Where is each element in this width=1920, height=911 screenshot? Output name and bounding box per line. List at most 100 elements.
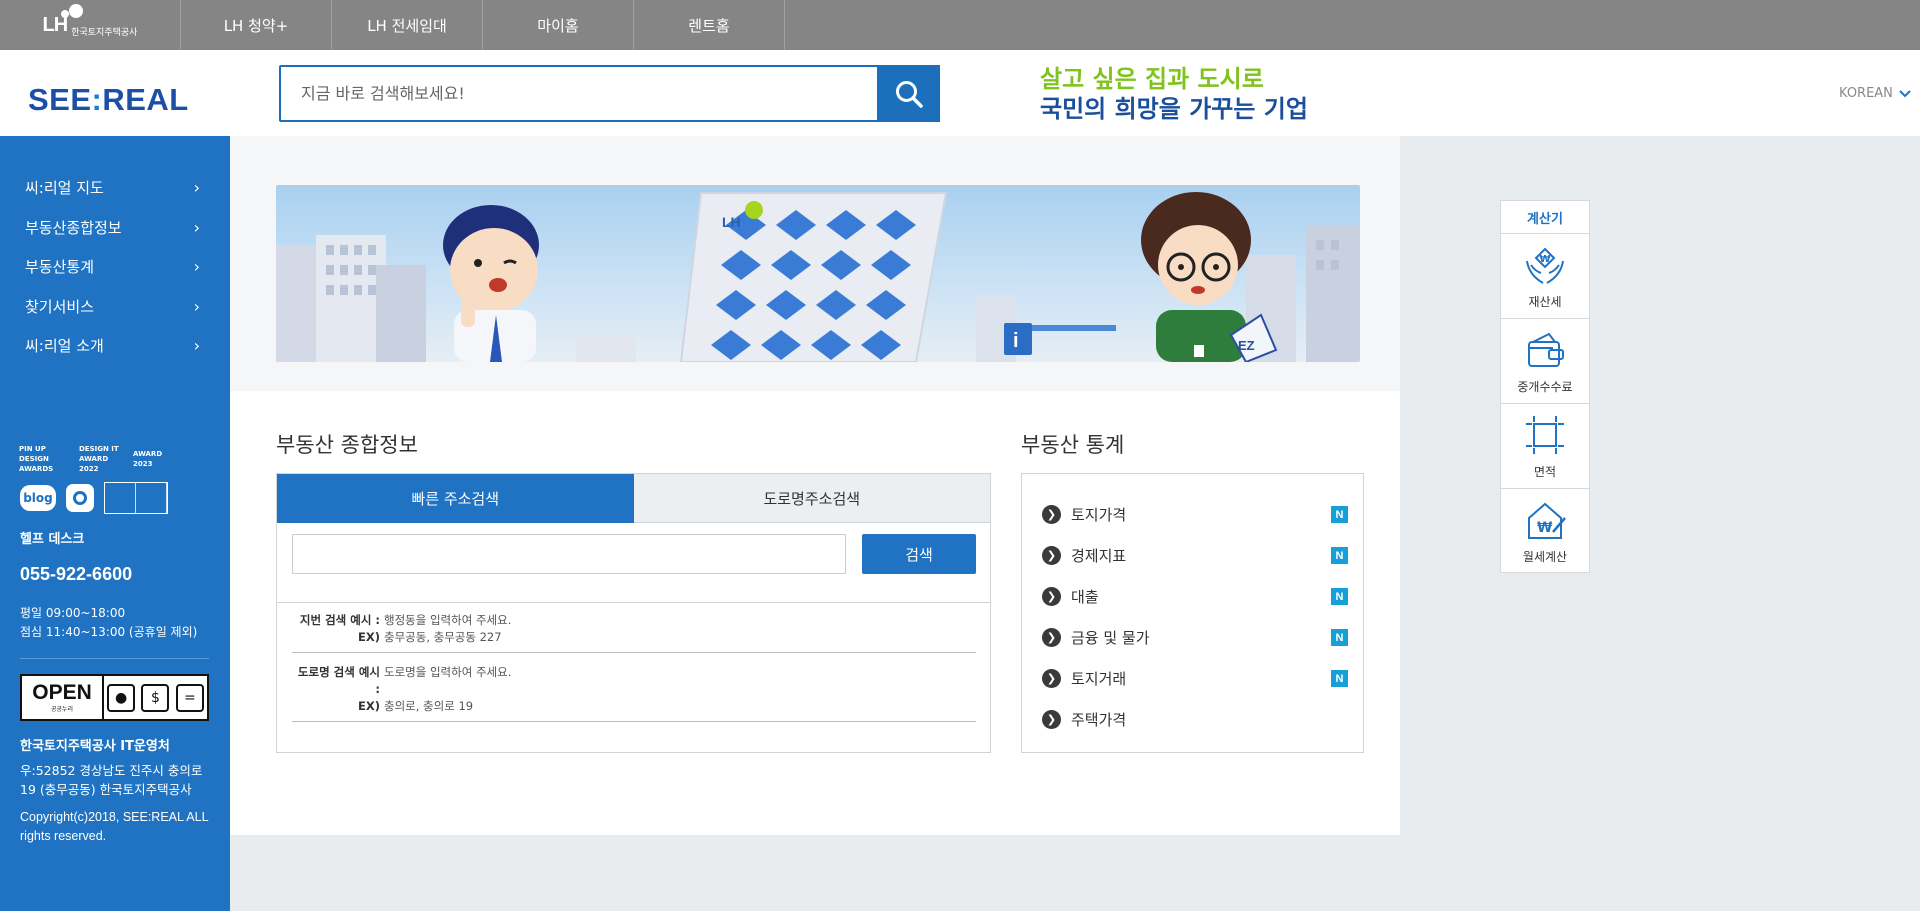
global-search-button[interactable]	[877, 65, 940, 122]
search-icon	[895, 80, 923, 108]
arrow-right-icon: ❯	[1042, 587, 1061, 606]
sidebar-item-label: 씨:리얼 소개	[25, 337, 104, 356]
stats-item-label: 토지가격	[1071, 506, 1127, 524]
new-badge: N	[1331, 629, 1348, 646]
lh-logo-mark: LH	[43, 3, 83, 37]
open-badge-label: OPEN	[32, 681, 92, 704]
top-nav-lh-jeonse[interactable]: LH 전세임대	[332, 0, 483, 50]
top-nav-myhome[interactable]: 마이홈	[483, 0, 634, 50]
example-value: 충무공동, 충무공동 227	[384, 630, 502, 644]
svg-text:₩: ₩	[1537, 520, 1553, 536]
slogan: 살고 싶은 집과 도시로 국민의 희망을 가꾸는 기업	[1040, 64, 1308, 124]
slogan-line2: 국민의 희망을 가꾸는 기업	[1040, 95, 1308, 123]
new-badge: N	[1331, 506, 1348, 523]
sidebar-item-statistics[interactable]: 부동산통계 ›	[0, 247, 230, 287]
no-derivative-icon: =	[175, 683, 204, 712]
stats-item-land-trade[interactable]: ❯ 토지거래 N	[1042, 658, 1348, 699]
arrow-right-icon: ❯	[1042, 628, 1061, 647]
pinup-award-logo: PIN UP DESIGN AWARDS	[19, 445, 54, 473]
chevron-down-icon	[1899, 89, 1911, 97]
language-select[interactable]: KOREAN	[1839, 86, 1911, 101]
award-2023-logo: AWARD 2023	[133, 450, 163, 468]
calc-monthly-rent[interactable]: ₩ 월세계산	[1501, 489, 1589, 574]
address-search-panel: 빠른 주소검색 도로명주소검색 검색 지번 검색 예시 : 행정동을 입력하여 주…	[276, 473, 991, 753]
stats-panel: ❯ 토지가격 N ❯ 경제지표 N ❯ 대출 N ❯ 금융 및 물가 N ❯ 토지거래 N ❯ 주택가…	[1021, 473, 1364, 753]
language-label: KOREAN	[1839, 86, 1893, 101]
wallet-icon	[1528, 332, 1564, 367]
lh-logo-name: 한국토지주택공사	[71, 27, 138, 38]
sidebar-item-find-service[interactable]: 찾기서비스 ›	[0, 287, 230, 327]
calc-label: 월세계산	[1522, 550, 1568, 564]
arrow-right-icon: ❯	[1042, 546, 1061, 565]
address-search-input[interactable]	[292, 534, 846, 574]
tab-quick-address[interactable]: 빠른 주소검색	[277, 474, 634, 523]
copyright: Copyright(c)2018, SEE:REAL ALL rights re…	[20, 810, 209, 843]
lh-logo[interactable]: LH 한국토지주택공사	[0, 0, 181, 50]
example-key: 도로명 검색 예시 :	[297, 665, 380, 696]
example-value: 충의로, 충의로 19	[384, 699, 474, 713]
new-badge: N	[1331, 547, 1348, 564]
stats-item-economic[interactable]: ❯ 경제지표 N	[1042, 535, 1348, 576]
sidebar-item-realestate-info[interactable]: 부동산종합정보 ›	[0, 208, 230, 248]
slogan-line1: 살고 싶은 집과 도시로	[1040, 65, 1264, 93]
stats-item-label: 금융 및 물가	[1071, 629, 1150, 647]
stats-item-loan[interactable]: ❯ 대출 N	[1042, 576, 1348, 617]
calc-label: 재산세	[1528, 294, 1562, 309]
stats-item-finance-price[interactable]: ❯ 금융 및 물가 N	[1042, 617, 1348, 658]
svg-text:₩: ₩	[1540, 254, 1551, 265]
calc-label: 면적	[1533, 464, 1557, 479]
chevron-right-icon: ›	[193, 217, 200, 237]
sidebar-item-label: 찾기서비스	[25, 297, 95, 316]
blog-icon[interactable]: blog	[20, 485, 56, 511]
calculator-widget: 계산기 ₩ 재산세 중개수수료 면적 ₩ 월세계산	[1500, 200, 1590, 573]
tab-road-address[interactable]: 도로명주소검색	[633, 474, 990, 523]
new-badge: N	[1331, 588, 1348, 605]
calc-brokerage-fee[interactable]: 중개수수료	[1501, 319, 1589, 404]
road-example: 도로명 검색 예시 : 도로명을 입력하여 주세요. EX) 충의로, 충의로 19	[292, 664, 976, 722]
hands-won-icon: ₩	[1526, 247, 1564, 284]
seereal-logo[interactable]: SEE:REAL	[28, 82, 189, 118]
global-search	[279, 65, 940, 122]
hero-banner[interactable]: LH i EZ	[276, 185, 1360, 362]
sidebar-item-label: 부동산종합정보	[25, 218, 122, 237]
top-nav-renthome[interactable]: 렌트홈	[634, 0, 785, 50]
top-bar: LH 한국토지주택공사 LH 청약+ LH 전세임대 마이홈 렌트홈	[0, 0, 1920, 50]
stats-section-title: 부동산 통계	[1021, 433, 1125, 457]
svg-text:i: i	[1013, 330, 1019, 352]
global-search-input[interactable]	[281, 67, 871, 120]
svg-text:EZ: EZ	[1238, 338, 1255, 353]
examples-divider	[277, 602, 990, 603]
example-desc: 행정동을 입력하여 주세요.	[384, 613, 512, 627]
chevron-right-icon: ›	[193, 296, 200, 316]
calc-property-tax[interactable]: ₩ 재산세	[1501, 234, 1589, 319]
jibun-example: 지번 검색 예시 : 행정동을 입력하여 주세요. EX) 충무공동, 충무공동 2…	[292, 612, 976, 653]
example-ex-key: EX)	[358, 630, 380, 644]
instagram-icon[interactable]	[66, 484, 94, 512]
calc-area[interactable]: 면적	[1501, 404, 1589, 489]
open-badge-sub: 공공누리	[50, 706, 74, 713]
certification-mark-icon	[104, 482, 168, 514]
top-nav-lh-cheongyak[interactable]: LH 청약+	[181, 0, 332, 50]
svg-text:LH: LH	[722, 214, 741, 230]
main-content: LH i EZ 부동산 종합정보 빠른 주소검색 도로명주소검색 검색 지번 검…	[230, 136, 1400, 835]
banner-illustration: LH i EZ	[276, 192, 1360, 362]
award-logos: PIN UP DESIGN AWARDS DESIGN IT AWARD 202…	[19, 444, 173, 474]
helpdesk-hours: 평일 09:00~18:00 점심 11:40~13:00 (공휴일 제외)	[20, 604, 197, 642]
example-ex-key: EX)	[358, 699, 380, 713]
stats-item-land-price[interactable]: ❯ 토지가격 N	[1042, 494, 1348, 535]
sidebar-item-label: 부동산통계	[25, 258, 95, 277]
stats-item-housing-price[interactable]: ❯ 주택가격	[1042, 699, 1348, 740]
stats-item-label: 대출	[1071, 588, 1099, 606]
sidebar-item-map[interactable]: 씨:리얼 지도 ›	[0, 168, 230, 208]
stats-item-label: 경제지표	[1071, 547, 1127, 565]
header: SEE:REAL 살고 싶은 집과 도시로 국민의 희망을 가꾸는 기업 KOR…	[0, 50, 1920, 136]
helpdesk-phone: 055-922-6600	[20, 564, 133, 584]
operator-org: 한국토지주택공사 IT운영처	[20, 739, 170, 754]
helpdesk-title: 헬프 데스크	[20, 532, 85, 547]
sidebar: 씨:리얼 지도 › 부동산종합정보 › 부동산통계 › 찾기서비스 › 씨:리얼 소개 ›…	[0, 136, 230, 911]
address-search-button[interactable]: 검색	[862, 534, 976, 574]
social-links: blog	[20, 482, 168, 514]
calc-label: 중개수수료	[1517, 379, 1573, 394]
stats-list: ❯ 토지가격 N ❯ 경제지표 N ❯ 대출 N ❯ 금융 및 물가 N ❯ 토지거래 N ❯ 주택가…	[1042, 494, 1348, 740]
sidebar-item-about[interactable]: 씨:리얼 소개 ›	[0, 326, 230, 366]
